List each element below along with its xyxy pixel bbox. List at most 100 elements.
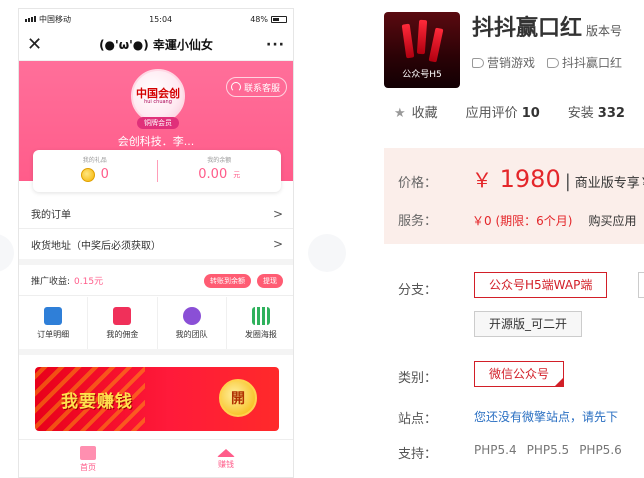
category-label: 类别： [398,371,438,386]
grid-item-team[interactable]: 我的团队 [158,297,227,349]
avatar-logo-text: 中国会创 [136,86,180,100]
grid-item-order-detail[interactable]: 订单明细 [19,297,89,349]
contact-service-button[interactable]: 联系客服 [225,77,287,97]
install-value: 332 [597,106,625,121]
branch-option-h5-wap[interactable]: 公众号H5端WAP端 [474,272,608,298]
support-version: PHP5.5 [526,443,570,457]
branch-option-next[interactable] [638,272,644,298]
service-value: ￥0 (期限：6个月) [472,214,573,228]
tag-marketing-game[interactable]: 营销游戏 [472,54,535,71]
poster-icon [251,306,270,325]
installs: 安装 332 [568,102,625,121]
stat-gifts-value: 0 [100,167,109,182]
menu-item-orders-label: 我的订单 [31,210,71,221]
grid-item-label: 发圈海报 [244,329,277,339]
tag-label: 营销游戏 [487,56,536,70]
site-label: 站点： [398,412,438,427]
support-version: PHP5.4 [474,443,517,457]
price-label: 价格： [398,176,438,191]
lipstick-image [401,23,415,59]
grid-item-poster[interactable]: 发圈海报 [227,297,293,349]
branch-label: 分支： [398,283,438,298]
carrier-label: 中国移动 [39,14,71,24]
grid-item-commission[interactable]: 我的佣金 [88,297,158,349]
currency-symbol: ￥ [472,168,492,192]
favorite-label: 收藏 [411,106,438,121]
tag-icon [472,57,484,68]
lipstick-image [428,27,444,63]
category-option-wechat[interactable]: 微信公众号 [474,361,565,387]
earn-money-banner[interactable]: 我要赚钱 開 [35,367,279,431]
price-box: 价格： ￥ 1980 | 商业版专享￥ 服务： ￥0 (期限：6个月) 购买应用 [384,148,644,244]
tag-label: 抖抖赢口红 [562,56,623,70]
stat-gifts-label: 我的礼品 [82,157,107,164]
product-title: 抖抖赢口红 版本号 [472,10,622,42]
tab-earn[interactable]: 赚钱 [157,440,293,477]
nav-bar: ✕ (●'ω'●) 幸運小仙女 ··· [19,29,293,61]
support-label: 支持： [398,447,438,462]
stat-balance-value: 0.00 [198,167,228,182]
withdraw-button[interactable]: 提现 [257,273,283,288]
tab-home-label: 首页 [80,463,96,472]
chevron-right-icon: > [272,237,283,251]
grid-item-label: 订单明细 [37,329,70,339]
battery-percent: 48% [250,14,268,24]
rating-label: 应用评价 [465,106,518,121]
site-link[interactable]: 您还没有微擎站点，请先下 [474,408,618,425]
member-badge: 铜牌会员 [137,117,179,129]
carousel-next-button[interactable] [308,234,346,272]
grid-item-label: 我的团队 [175,329,208,339]
home-icon [80,446,96,460]
banner-text: 我要赚钱 [61,392,133,412]
stat-balance[interactable]: 我的余额 0.00 元 [158,150,282,192]
product-meta-row: ★ 收藏 应用评价 10 安装 332 [394,102,625,121]
stat-balance-label: 我的余额 [207,157,232,164]
avatar-logo-sub: hui chuang [144,98,172,105]
feature-grid: 订单明细 我的佣金 我的团队 发圈海报 [19,297,293,355]
clock: 15:04 [149,14,173,24]
install-label: 安装 [567,106,594,121]
thumbnail-label: 公众号H5 [402,70,442,80]
commission-icon [113,306,132,325]
service-label: 服务： [398,214,438,229]
menu-item-address[interactable]: 收货地址（中奖后必须获取） > [19,229,293,265]
price-value: ￥ 1980 [472,164,561,193]
product-thumbnail[interactable]: 公众号H5 [384,12,460,88]
status-bar: 中国移动 15:04 48% [19,9,293,29]
order-detail-icon [44,306,63,325]
stat-gifts[interactable]: 我的礼品 0 [33,150,157,192]
price-amount: 1980 [499,165,561,193]
close-icon[interactable]: ✕ [27,34,47,55]
product-title-text: 抖抖赢口红 [472,16,583,41]
promotion-earnings-row: 推广收益: 0.15元 转账到余额 提现 [19,266,293,296]
earn-icon [217,449,235,457]
team-icon [182,306,201,325]
contact-service-label: 联系客服 [243,83,280,94]
menu-item-orders[interactable]: 我的订单 > [19,199,293,229]
promotion-amount: 0.15元 [74,277,104,287]
transfer-to-balance-button[interactable]: 转账到余额 [204,273,251,288]
branch-option-open-source[interactable]: 开源版_可二开 [474,311,583,337]
menu-item-address-label: 收货地址（中奖后必须获取） [31,240,161,252]
promotion-label: 推广收益: [31,277,71,287]
support-versions: PHP5.4 PHP5.5 PHP5.6 [474,443,622,457]
stat-balance-unit: 元 [233,170,241,179]
star-icon: ★ [394,106,406,121]
tab-home[interactable]: 首页 [19,440,157,477]
more-icon[interactable]: ··· [265,37,285,53]
service-note: 购买应用 [588,214,637,228]
price-row: 价格： ￥ 1980 | 商业版专享￥ [398,164,644,193]
company-name: 会创科技．李... [117,135,195,148]
price-separator: | [564,171,571,192]
page: 中国移动 15:04 48% ✕ (●'ω'●) 幸運小仙女 ··· 中国会创 … [0,0,644,478]
gift-coin-icon [80,167,95,182]
avatar[interactable]: 中国会创 hui chuang [131,69,185,123]
phone-preview: 中国移动 15:04 48% ✕ (●'ω'●) 幸運小仙女 ··· 中国会创 … [18,8,294,478]
grid-item-label: 我的佣金 [106,329,139,339]
favorite-button[interactable]: ★ 收藏 [394,102,438,121]
tab-bar: 首页 赚钱 [19,439,293,477]
rating[interactable]: 应用评价 10 [466,102,540,121]
carousel-prev-button[interactable] [0,234,14,272]
tag-lipstick[interactable]: 抖抖赢口红 [547,54,622,71]
lipstick-image [416,19,428,55]
